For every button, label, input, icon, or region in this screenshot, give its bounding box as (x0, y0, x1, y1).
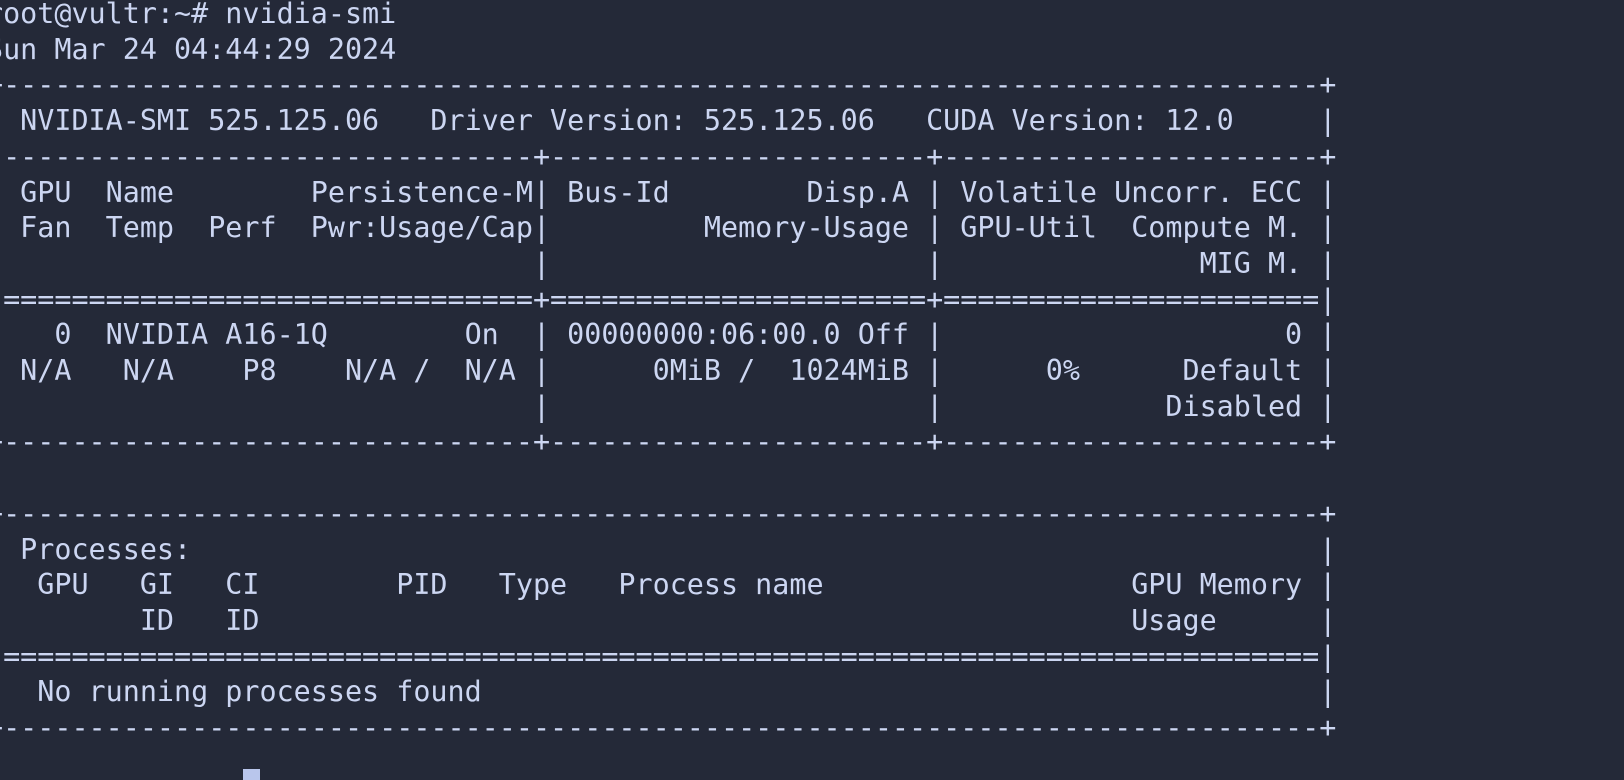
terminal-output: root@vultr:~# nvidia-smi Sun Mar 24 04:4… (0, 0, 1336, 746)
terminal-cursor (243, 769, 260, 780)
terminal[interactable]: root@vultr:~# nvidia-smi Sun Mar 24 04:4… (0, 0, 1624, 780)
